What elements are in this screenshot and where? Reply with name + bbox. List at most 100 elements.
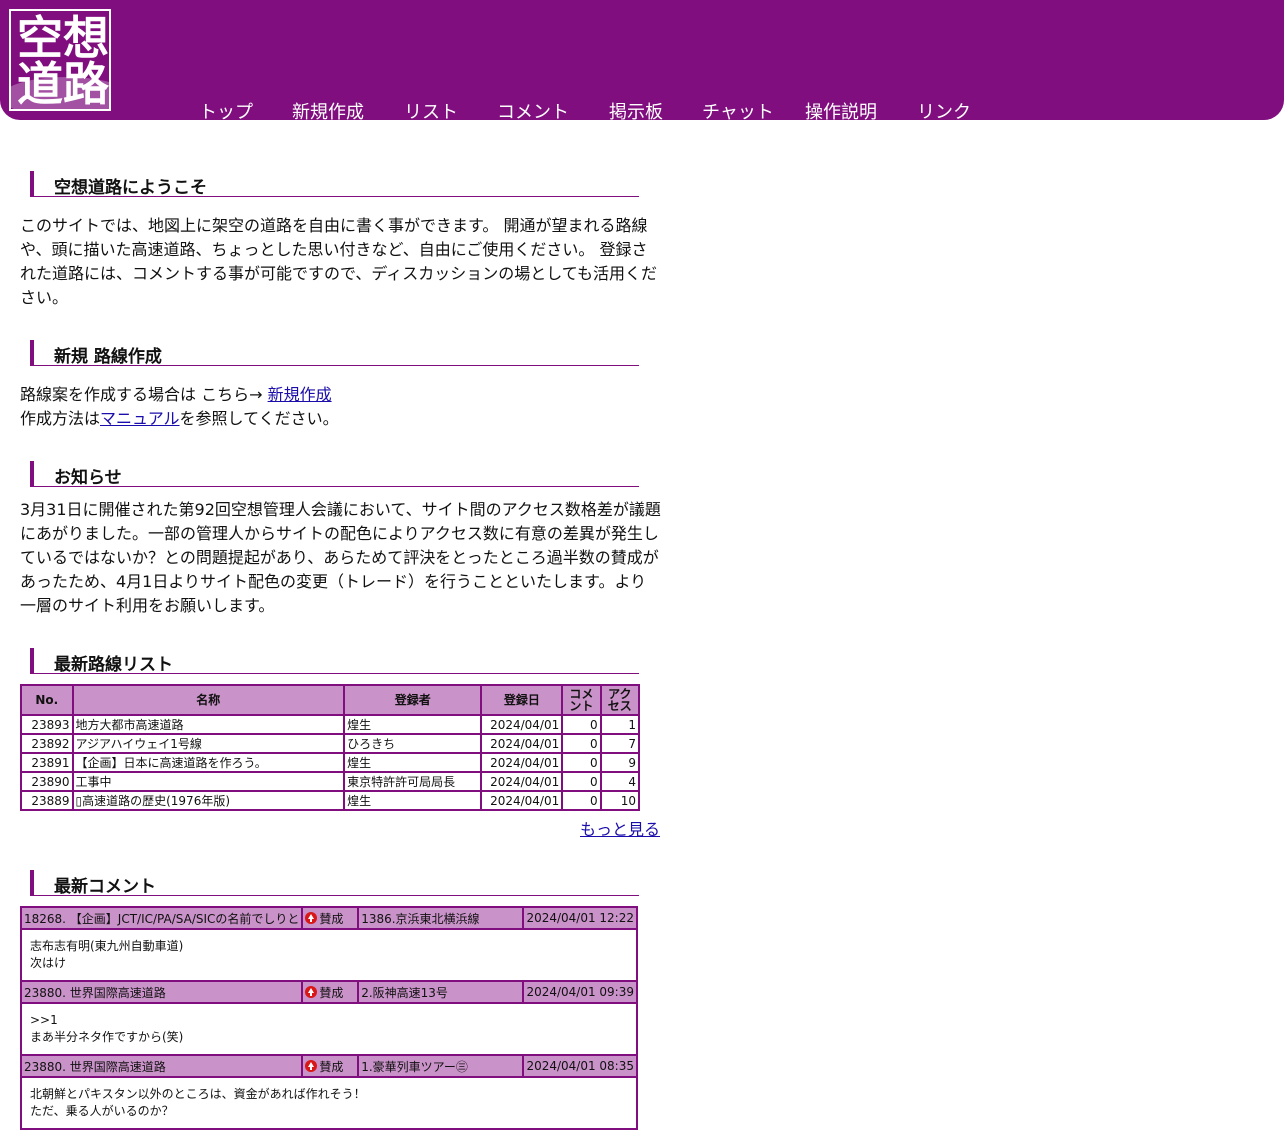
route-access: 4 xyxy=(599,771,641,792)
route-date: 2024/04/01 xyxy=(480,771,564,792)
nav-bbs[interactable]: 掲示板 xyxy=(609,98,663,124)
route-user[interactable]: 煌生 xyxy=(343,714,483,735)
up-arrow-icon xyxy=(305,911,318,924)
comment-date: 2024/04/01 08:35 xyxy=(522,1054,638,1078)
nav-list[interactable]: リスト xyxy=(404,98,458,124)
logo-char-3: 道 xyxy=(17,57,63,111)
table-row[interactable]: 23891 【企画】日本に高速道路を作ろう。 煌生 2024/04/01 0 9 xyxy=(20,752,641,773)
comment-vote-label: 賛成 xyxy=(319,985,344,1000)
comment-date: 2024/04/01 09:39 xyxy=(522,980,638,1004)
nav-links[interactable]: リンク xyxy=(917,98,971,124)
comment-user: 1.豪華列車ツアー㊂ xyxy=(357,1054,525,1078)
nav-top[interactable]: トップ xyxy=(199,98,253,124)
comment-route[interactable]: 23880. 世界国際高速道路 xyxy=(19,980,304,1004)
section-routes-title: 最新路線リスト xyxy=(54,655,173,675)
comment-line-2: 次はけ xyxy=(30,956,67,970)
col-name[interactable]: 名称 xyxy=(71,684,346,716)
comment-line-2: まあ半分ネタ作ですから(笑) xyxy=(30,1030,184,1044)
site-header: 空 想 道 路 トップ 新規作成 リスト コメント 掲示板 チャット 操作説明 … xyxy=(0,0,1284,123)
route-comments: 0 xyxy=(561,733,602,754)
section-create-heading: 新規 路線作成 xyxy=(30,340,639,367)
route-user[interactable]: 煌生 xyxy=(343,790,483,811)
up-arrow-icon xyxy=(305,1059,318,1072)
route-no: 23890 xyxy=(20,771,74,792)
create-new-link[interactable]: 新規作成 xyxy=(268,385,332,404)
col-access[interactable]: アクセス xyxy=(599,684,641,716)
comment-line-1: 志布志有明(東九州自動車道) xyxy=(30,939,184,953)
section-comments-heading: 最新コメント xyxy=(30,870,639,897)
up-arrow-icon xyxy=(305,985,318,998)
nav-chat[interactable]: チャット xyxy=(702,98,774,124)
section-welcome-title: 空想道路にようこそ xyxy=(54,178,207,198)
routes-header-row: No. 名称 登録者 登録日 コメント アクセス xyxy=(20,684,641,716)
create-line-2: 作成方法はマニュアルを参照してください。 xyxy=(20,407,662,431)
comment-body: >>1 まあ半分ネタ作ですから(笑) xyxy=(20,1003,638,1056)
section-comments-title: 最新コメント xyxy=(54,877,156,897)
route-comments: 0 xyxy=(561,752,602,773)
logo-char-2: 想 xyxy=(63,11,109,65)
col-user[interactable]: 登録者 xyxy=(343,684,483,716)
comment-header-row: 23880. 世界国際高速道路 賛成 1.豪華列車ツアー㊂ 2024/04/01… xyxy=(19,1054,638,1078)
routes-table: No. 名称 登録者 登録日 コメント アクセス 23893 地方大都市高速道路… xyxy=(20,684,641,811)
route-no: 23892 xyxy=(20,733,74,754)
route-access: 9 xyxy=(599,752,641,773)
site-logo[interactable]: 空 想 道 路 xyxy=(9,9,111,111)
route-name[interactable]: 工事中 xyxy=(71,771,346,792)
section-notice-heading: お知らせ xyxy=(30,461,639,488)
comment-route[interactable]: 23880. 世界国際高速道路 xyxy=(19,1054,304,1078)
route-comments: 0 xyxy=(561,714,602,735)
route-name[interactable]: ▯高速道路の歴史(1976年版) xyxy=(71,790,346,811)
create-line-1: 路線案を作成する場合は こちら→ 新規作成 xyxy=(20,383,662,407)
logo-char-4: 路 xyxy=(63,57,109,111)
comment-vote: 賛成 xyxy=(301,1054,360,1078)
route-name[interactable]: アジアハイウェイ1号線 xyxy=(71,733,346,754)
table-row[interactable]: 23892 アジアハイウェイ1号線 ひろきち 2024/04/01 0 7 xyxy=(20,733,641,754)
comment-user: 2.阪神高速13号 xyxy=(357,980,525,1004)
col-comments[interactable]: コメント xyxy=(561,684,602,716)
section-notice-title: お知らせ xyxy=(54,468,122,488)
comment-route[interactable]: 18268. 【企画】JCT/IC/PA/SA/SICの名前でしりと xyxy=(19,906,304,930)
route-date: 2024/04/01 xyxy=(480,714,564,735)
route-comments: 0 xyxy=(561,790,602,811)
logo-char-1: 空 xyxy=(17,11,63,65)
section-welcome-heading: 空想道路にようこそ xyxy=(30,171,639,198)
nav-comment[interactable]: コメント xyxy=(497,98,569,124)
table-row[interactable]: 23890 工事中 東京特許許可局局長 2024/04/01 0 4 xyxy=(20,771,641,792)
route-user[interactable]: 東京特許許可局局長 xyxy=(343,771,483,792)
route-user[interactable]: ひろきち xyxy=(343,733,483,754)
manual-link[interactable]: マニュアル xyxy=(100,409,180,428)
route-user[interactable]: 煌生 xyxy=(343,752,483,773)
comment-line-1: >>1 xyxy=(30,1013,58,1027)
comment-body-row: 志布志有明(東九州自動車道) 次はけ xyxy=(20,929,638,982)
comment-body-row: >>1 まあ半分ネタ作ですから(笑) xyxy=(20,1003,638,1056)
route-no: 23893 xyxy=(20,714,74,735)
section-create-title: 新規 路線作成 xyxy=(54,347,162,367)
route-name[interactable]: 【企画】日本に高速道路を作ろう。 xyxy=(71,752,346,773)
route-date: 2024/04/01 xyxy=(480,733,564,754)
comment-body: 北朝鮮とパキスタン以外のところは、資金があれば作れそう！ ただ、乗る人がいるのか… xyxy=(20,1077,638,1130)
table-row[interactable]: 23889 ▯高速道路の歴史(1976年版) 煌生 2024/04/01 0 1… xyxy=(20,790,641,811)
create-line1-prefix: 路線案を作成する場合は こちら→ xyxy=(20,385,268,404)
comment-vote: 賛成 xyxy=(301,980,360,1004)
more-routes-link[interactable]: もっと見る xyxy=(580,816,660,840)
comment-vote-label: 賛成 xyxy=(319,1059,344,1074)
table-row[interactable]: 23893 地方大都市高速道路 煌生 2024/04/01 0 1 xyxy=(20,714,641,735)
comment-user: 1386.京浜東北横浜線 xyxy=(357,906,525,930)
col-date[interactable]: 登録日 xyxy=(480,684,564,716)
comment-body: 志布志有明(東九州自動車道) 次はけ xyxy=(20,929,638,982)
route-comments: 0 xyxy=(561,771,602,792)
nav-new[interactable]: 新規作成 xyxy=(292,98,364,124)
comment-line-1: 北朝鮮とパキスタン以外のところは、資金があれば作れそう！ xyxy=(30,1087,366,1101)
route-access: 1 xyxy=(599,714,641,735)
comment-header-row: 23880. 世界国際高速道路 賛成 2.阪神高速13号 2024/04/01 … xyxy=(19,980,638,1004)
section-routes-heading: 最新路線リスト xyxy=(30,648,639,675)
create-text: 路線案を作成する場合は こちら→ 新規作成 作成方法はマニュアルを参照してくださ… xyxy=(20,383,662,431)
comment-body-row: 北朝鮮とパキスタン以外のところは、資金があれば作れそう！ ただ、乗る人がいるのか… xyxy=(20,1077,638,1130)
col-no[interactable]: No. xyxy=(20,684,74,716)
route-name[interactable]: 地方大都市高速道路 xyxy=(71,714,346,735)
comment-header-row: 18268. 【企画】JCT/IC/PA/SA/SICの名前でしりと 賛成 13… xyxy=(19,906,638,930)
nav-manual[interactable]: 操作説明 xyxy=(805,98,877,124)
create-line2-suffix: を参照してください。 xyxy=(179,409,339,428)
comment-vote-label: 賛成 xyxy=(319,911,344,926)
route-no: 23891 xyxy=(20,752,74,773)
